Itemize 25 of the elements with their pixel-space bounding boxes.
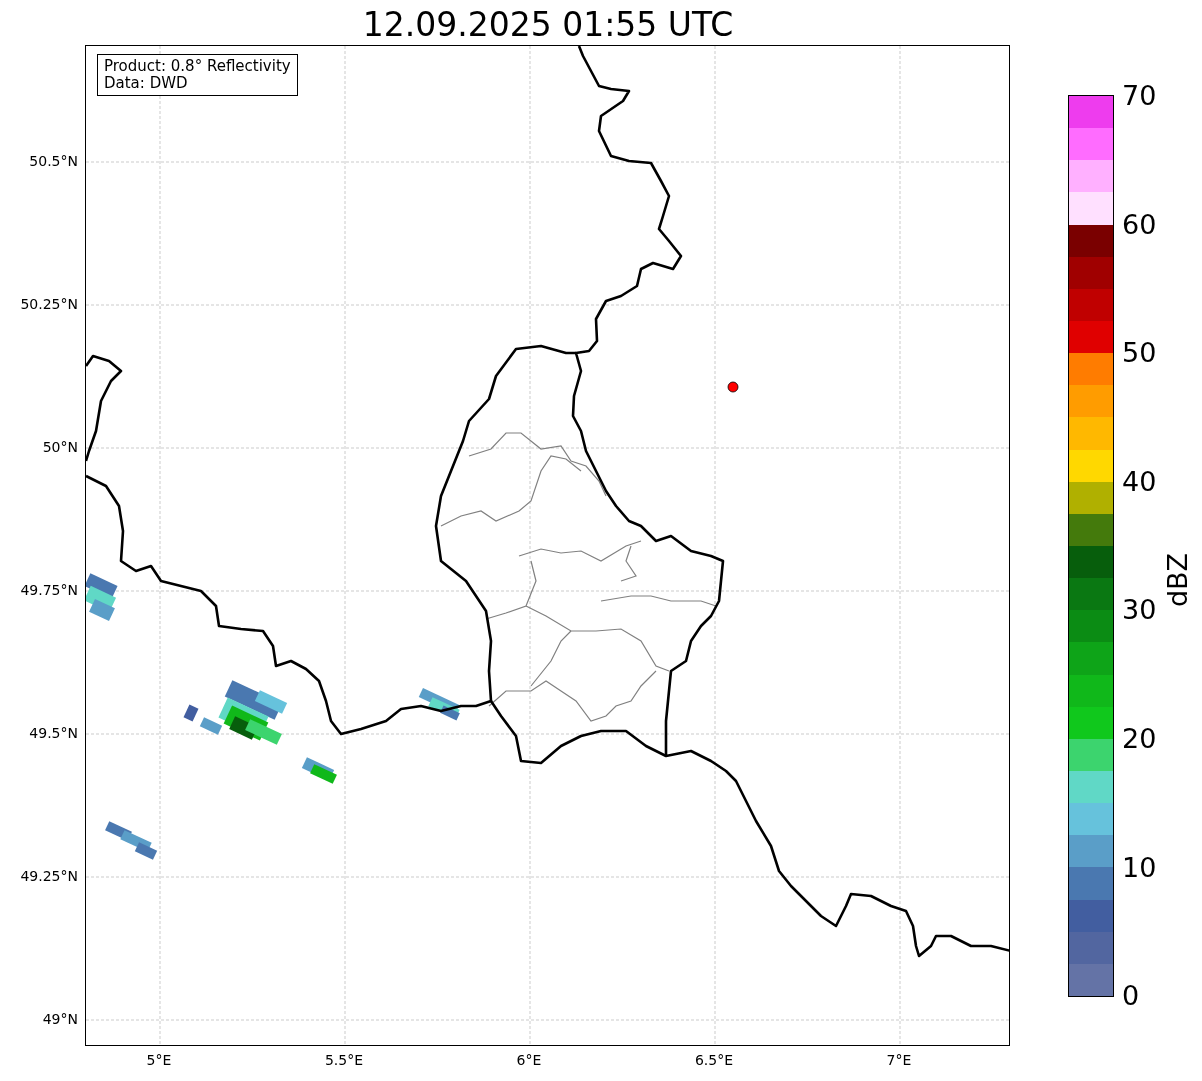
info-text: Data: DWD [104, 75, 189, 92]
colorbar-tick-label: 40 [1122, 467, 1157, 495]
latitude-tick-label: 49.5°N [29, 725, 78, 741]
latitude-tick-label: 50.5°N [29, 153, 78, 169]
map-title: 12.09.2025 01:55 UTC [362, 8, 734, 41]
colorbar-tick-label: 10 [1122, 853, 1157, 881]
latitude-tick-label: 50.25°N [20, 296, 78, 312]
longitude-tick-label: 7°E [886, 1052, 912, 1068]
colorbar-tick-label: 60 [1122, 210, 1157, 238]
longitude-tick-label: 6.5°E [694, 1052, 734, 1068]
latitude-tick-label: 50°N [42, 439, 78, 455]
latitude-tick-label: 49.75°N [20, 582, 78, 598]
info-text: Product: 0.8° Reflectivity [104, 58, 291, 75]
longitude-tick-label: 5.5°E [324, 1052, 364, 1068]
radar-site-marker [727, 381, 739, 393]
latitude-tick-label: 49.25°N [20, 868, 78, 884]
colorbar-tick-label: 30 [1122, 595, 1157, 623]
colorbar-tick-label: 0 [1122, 981, 1140, 1009]
longitude-tick-label: 5°E [146, 1052, 172, 1068]
colorbar-label: dBZ [1161, 552, 1193, 608]
colorbar-tick-label: 50 [1122, 338, 1157, 366]
latitude-tick-label: 49°N [42, 1011, 78, 1027]
colorbar-tick-label: 20 [1122, 724, 1157, 752]
colorbar-tick-label: 70 [1122, 81, 1157, 109]
longitude-tick-label: 6°E [516, 1052, 542, 1068]
